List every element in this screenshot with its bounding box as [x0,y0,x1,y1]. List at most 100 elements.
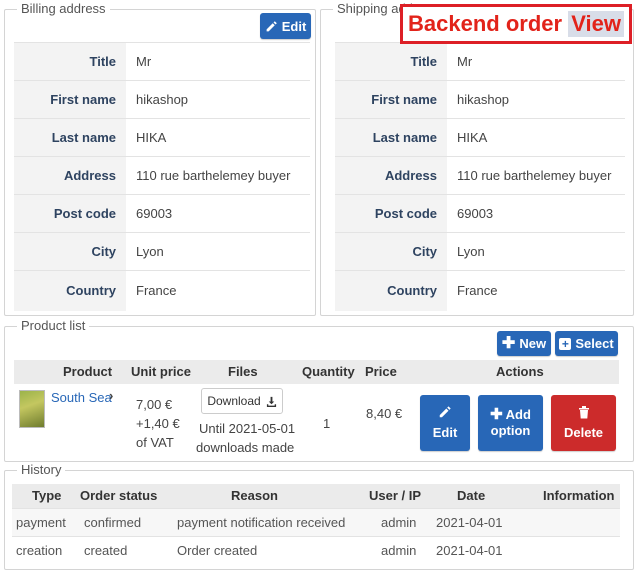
edit-product-button[interactable]: Edit [420,395,470,451]
price-value: 8,40 € [366,406,403,421]
field-value: hikashop [447,80,625,119]
col-header-type: Type [32,488,62,503]
col-header-files: Files [228,364,258,379]
field-label: Title [14,42,126,81]
field-label: Last name [335,118,447,157]
history-status: confirmed [84,515,142,530]
pencil-icon [266,20,277,31]
field-label: Country [335,270,447,311]
shipping-address-table: Title Mr First name hikashop Last name HIKA… [335,42,625,311]
field-label: Address [335,156,447,195]
field-label: First name [335,80,447,119]
billing-address-table: Title Mr First name hikashop Last name HIKA… [14,42,310,311]
download-label: Download [207,394,261,408]
table-row: Post code 69003 [14,194,310,233]
file-expiry-note: Until 2021-05-01 [199,421,296,436]
col-header-quantity: Quantity [302,364,355,379]
table-row: Country France [14,270,310,311]
annotation-badge: Backend order View [400,4,632,44]
field-value: HIKA [126,118,310,157]
add-option-label-2: option [490,423,531,438]
plus-square-icon: + [559,337,572,350]
chevron-right-icon: › [109,388,114,403]
history-legend: History [17,463,66,477]
table-row: Last name HIKA [14,118,310,157]
table-row: Last name HIKA [335,118,625,157]
table-row: First name hikashop [335,80,625,119]
col-header-product: Product [63,364,113,379]
field-value: hikashop [126,80,310,119]
table-row: Country France [335,270,625,311]
unit-price-vat: +1,40 € [136,416,180,431]
product-thumbnail[interactable] [19,390,45,428]
add-option-button[interactable]: ✚ Add option [478,395,543,451]
edit-billing-label: Edit [281,18,307,34]
col-header-order-status: Order status [80,488,158,503]
field-value: Mr [447,42,625,81]
unit-price-vat-label: of VAT [136,435,174,450]
history-reason: Order created [177,543,258,558]
col-header-unit-price: Unit price [131,364,191,379]
history-date: 2021-04-01 [436,543,503,558]
history-reason: payment notification received [177,515,346,530]
badge-highlight: View [568,11,624,37]
field-label: Title [335,42,447,81]
history-user: admin [381,543,417,558]
new-product-button[interactable]: ✚ New [497,331,551,356]
history-status: created [84,543,128,558]
quantity-value: 1 [323,416,331,431]
col-header-reason: Reason [231,488,278,503]
file-downloads-note: downloads made [196,440,295,455]
col-header-information: Information [543,488,615,503]
add-label: Add [505,407,531,422]
download-button[interactable]: Download [201,388,283,414]
billing-address-legend: Billing address [17,2,110,16]
col-header-actions: Actions [496,364,544,379]
history-user: admin [381,515,417,530]
field-value: 110 rue barthelemey buyer [447,156,625,195]
field-label: City [335,232,447,271]
history-type: creation [16,543,63,558]
edit-product-label: Edit [432,425,458,440]
col-header-date: Date [457,488,486,503]
field-value: Lyon [447,232,625,271]
field-label: Last name [14,118,126,157]
field-value: 69003 [126,194,310,233]
product-name-link[interactable]: South Sea [51,390,112,405]
field-value: 110 rue barthelemey buyer [126,156,310,195]
product-list-legend: Product list [17,319,90,333]
delete-product-button[interactable]: Delete [551,395,616,451]
pencil-icon [439,406,451,418]
field-value: Mr [126,42,310,81]
field-value: France [126,270,310,311]
field-value: HIKA [447,118,625,157]
plus-icon: ✚ [501,334,516,352]
table-row: City Lyon [14,232,310,271]
field-label: First name [14,80,126,119]
edit-billing-button[interactable]: Edit [260,13,311,39]
table-row: First name hikashop [14,80,310,119]
history-type: payment [16,515,66,530]
field-label: Post code [335,194,447,233]
field-label: Country [14,270,126,311]
trash-icon [578,406,589,419]
unit-price-value: 7,00 € [136,397,173,412]
history-date: 2021-04-01 [436,515,503,530]
table-row: City Lyon [335,232,625,271]
field-value: Lyon [126,232,310,271]
col-header-price: Price [365,364,397,379]
field-label: City [14,232,126,271]
field-value: 69003 [447,194,625,233]
badge-text: Backend order [408,11,563,36]
download-icon [266,396,276,407]
select-product-button[interactable]: + Select [555,331,618,356]
field-label: Post code [14,194,126,233]
add-option-label-1: ✚ Add [490,407,531,423]
table-row: Title Mr [335,42,625,81]
field-value: France [447,270,625,311]
col-header-user-ip: User / IP [369,488,422,503]
table-row: Post code 69003 [335,194,625,233]
select-label: Select [575,336,614,351]
table-row: Address 110 rue barthelemey buyer [335,156,625,195]
field-label: Address [14,156,126,195]
